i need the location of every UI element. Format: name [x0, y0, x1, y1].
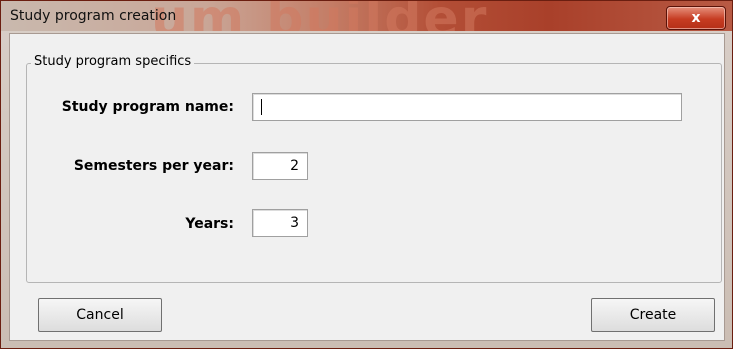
- close-icon: x: [691, 10, 701, 26]
- text-caret: [261, 99, 262, 115]
- title-watermark: um builder: [151, 1, 489, 31]
- window-title: Study program creation: [10, 8, 177, 24]
- title-bar[interactable]: um builder Study program creation x: [1, 1, 732, 31]
- semesters-per-year-label: Semesters per year:: [73, 158, 234, 174]
- close-button[interactable]: x: [666, 6, 726, 30]
- study-program-name-input[interactable]: [252, 93, 682, 121]
- group-legend: Study program specifics: [31, 54, 195, 69]
- create-button[interactable]: Create: [591, 298, 715, 332]
- years-label: Years:: [185, 216, 234, 232]
- years-input[interactable]: 3: [252, 209, 308, 237]
- study-program-name-label: Study program name:: [61, 99, 234, 115]
- cancel-button[interactable]: Cancel: [38, 298, 162, 332]
- semesters-per-year-input[interactable]: 2: [252, 152, 308, 180]
